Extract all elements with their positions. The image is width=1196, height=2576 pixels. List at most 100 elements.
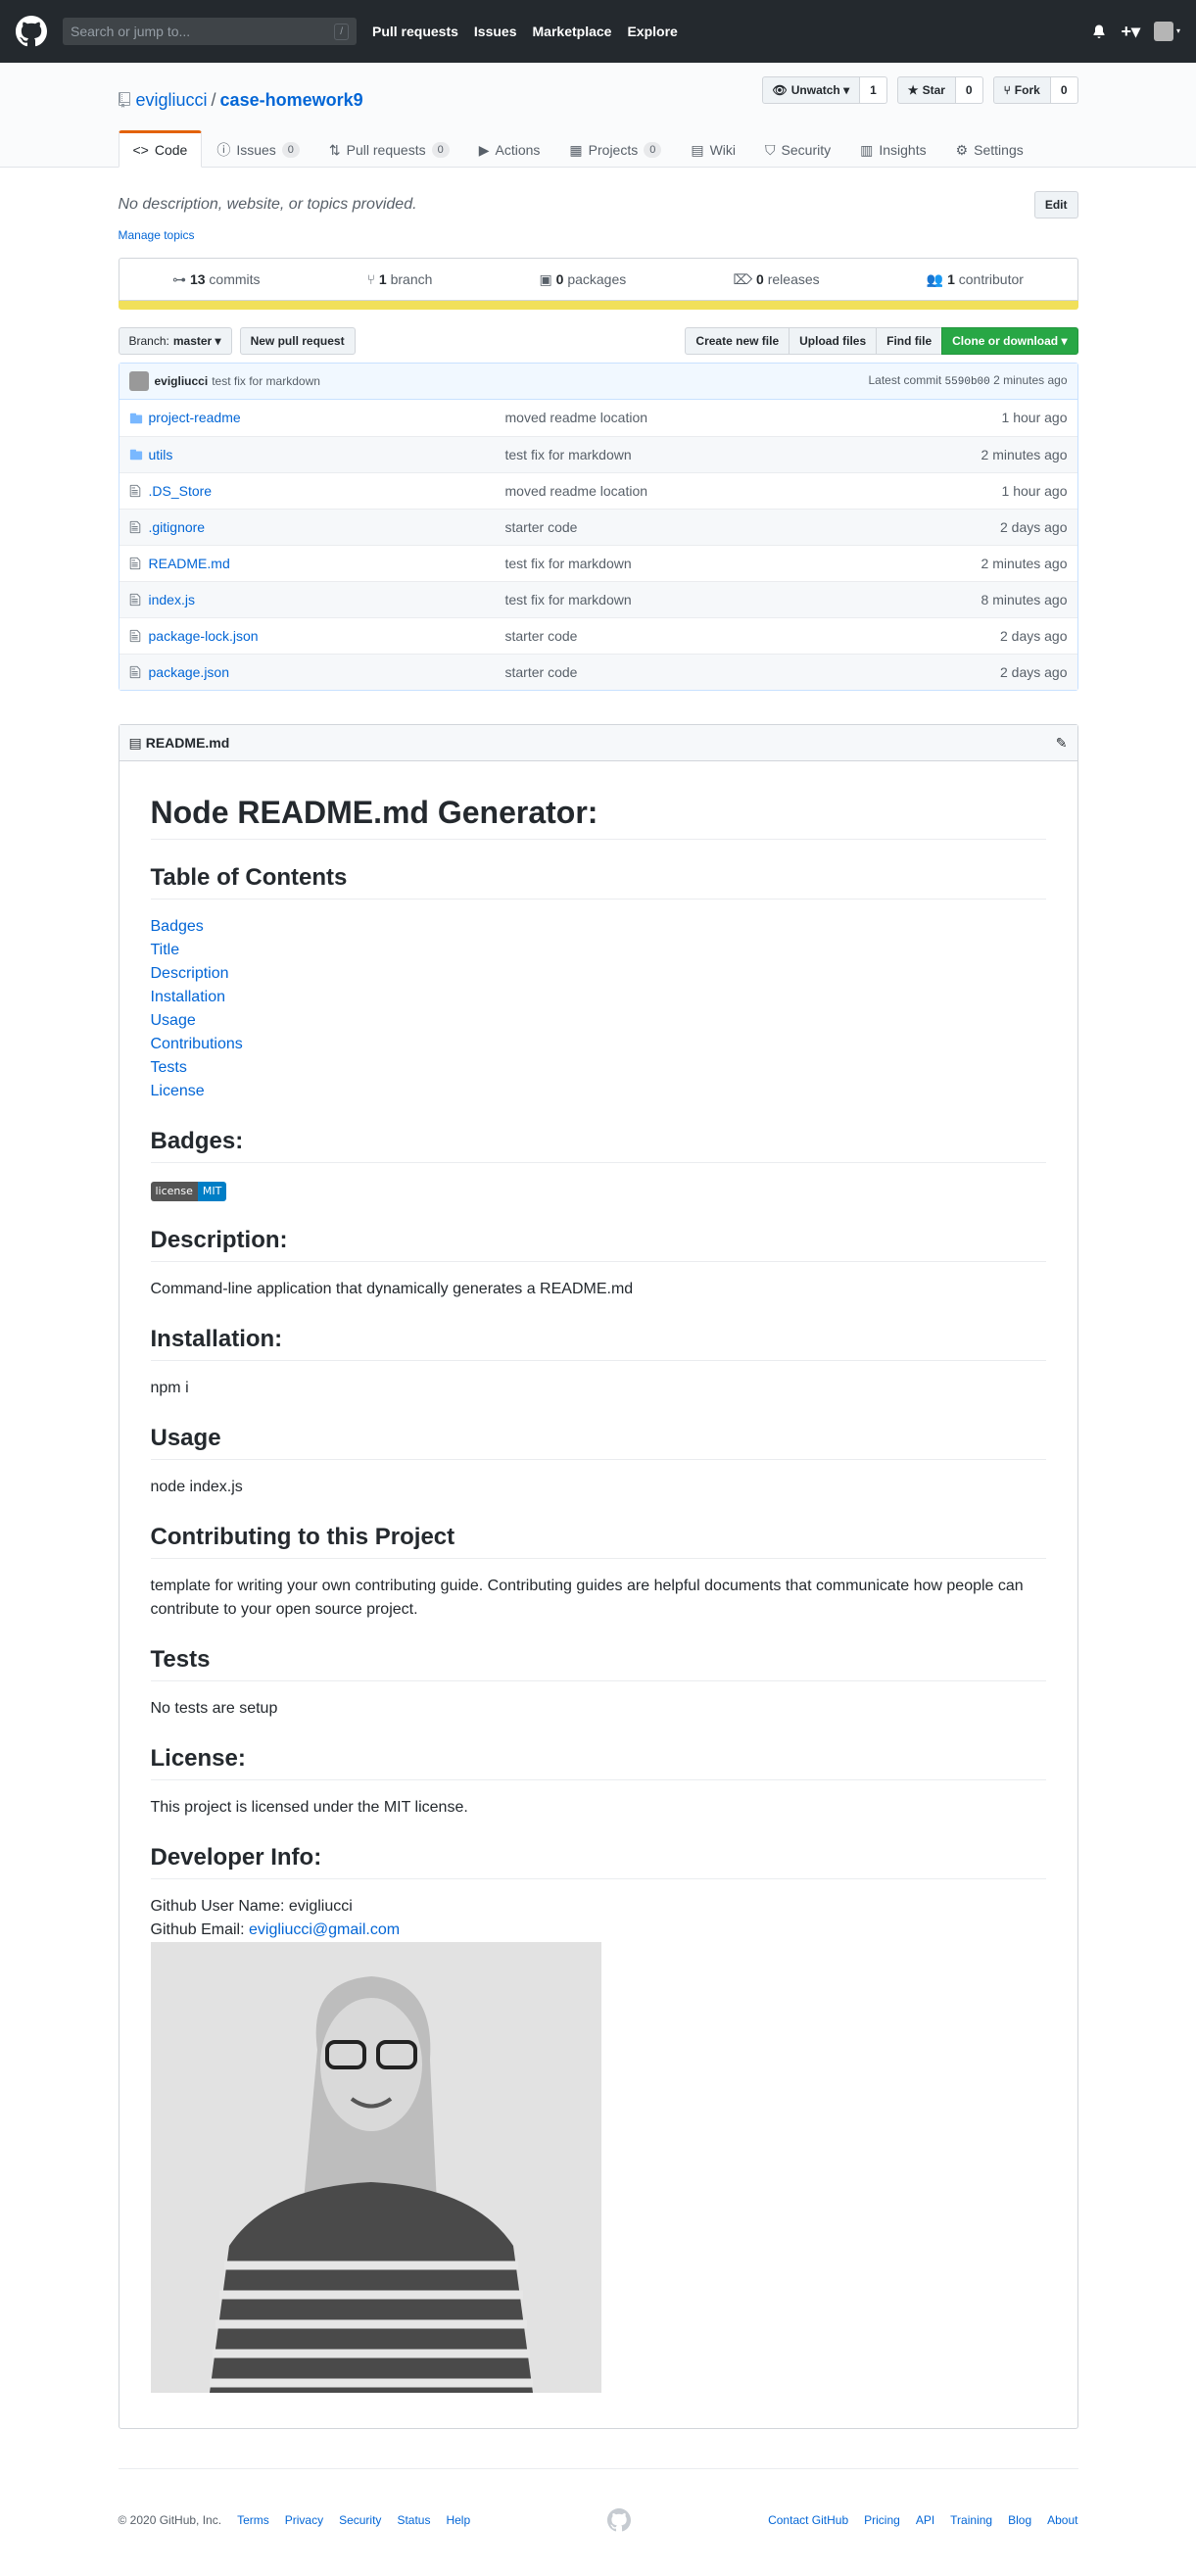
tab-security[interactable]: ⛉ Security <box>750 130 845 168</box>
contributors-count: 1 <box>947 270 955 287</box>
file-name-link[interactable]: package-lock.json <box>149 626 505 647</box>
file-age: 2 days ago <box>1000 663 1068 680</box>
footer-link-about[interactable]: About <box>1047 2511 1077 2529</box>
file-name-link[interactable]: README.md <box>149 554 505 574</box>
nav-pull-requests[interactable]: Pull requests <box>372 22 458 42</box>
avatar[interactable]: ▾ <box>1153 22 1180 41</box>
footer-link-help[interactable]: Help <box>446 2511 470 2529</box>
toc-link[interactable]: Tests <box>151 1056 1046 1080</box>
badges-heading: Badges: <box>150 1127 1046 1163</box>
footer-link-pricing[interactable]: Pricing <box>864 2511 900 2529</box>
toc-link[interactable]: Usage <box>151 1009 1046 1033</box>
new-pull-request-button[interactable]: New pull request <box>239 327 356 355</box>
email-link[interactable]: evigliucci@gmail.com <box>249 1921 400 1938</box>
packages-link[interactable]: ▣ 0 packages <box>540 269 627 290</box>
tab-issues[interactable]: ⓘ Issues 0 <box>202 130 314 168</box>
tab-label: Code <box>154 141 188 158</box>
footer-link-terms[interactable]: Terms <box>237 2511 269 2529</box>
file-commit-message[interactable]: moved readme location <box>505 481 1002 502</box>
footer-link-api[interactable]: API <box>916 2511 934 2529</box>
footer-link-privacy[interactable]: Privacy <box>285 2511 323 2529</box>
file-commit-message[interactable]: starter code <box>505 662 1001 683</box>
tab-wiki[interactable]: ▤ Wiki <box>676 130 750 168</box>
readme-filename: README.md <box>145 734 230 751</box>
file-icon <box>129 484 143 498</box>
toc-link[interactable]: Description <box>151 962 1046 986</box>
footer-link-status[interactable]: Status <box>397 2511 430 2529</box>
toc-link[interactable]: Installation <box>151 986 1046 1009</box>
packages-label: packages <box>567 270 627 287</box>
commits-link[interactable]: ⊶ 13 commits <box>172 269 260 290</box>
github-logo-icon[interactable] <box>16 16 47 47</box>
bell-icon[interactable] <box>1091 24 1107 39</box>
edit-button[interactable]: Edit <box>1033 191 1078 219</box>
file-commit-message[interactable]: test fix for markdown <box>505 590 981 610</box>
create-new-dropdown[interactable]: +▾ <box>1121 19 1140 45</box>
footer-link-security[interactable]: Security <box>339 2511 381 2529</box>
watch-count[interactable]: 1 <box>860 76 887 104</box>
tab-label: Pull requests <box>346 141 426 158</box>
toc-link[interactable]: Title <box>151 939 1046 962</box>
toc-link[interactable]: Badges <box>151 915 1046 939</box>
file-commit-message[interactable]: moved readme location <box>505 408 1002 428</box>
branches-link[interactable]: ⑂ 1 branch <box>367 269 433 290</box>
file-name-link[interactable]: index.js <box>149 590 505 610</box>
tab-settings[interactable]: ⚙ Settings <box>941 130 1038 168</box>
tab-insights[interactable]: ▥ Insights <box>845 130 940 168</box>
footer-link-training[interactable]: Training <box>950 2511 992 2529</box>
find-file-button[interactable]: Find file <box>876 327 943 355</box>
file-icon <box>129 665 143 679</box>
file-name-link[interactable]: package.json <box>149 662 505 683</box>
tab-code[interactable]: <> Code <box>118 130 203 168</box>
readme-header: ▤ README.md ✎ <box>119 725 1077 761</box>
tab-label: Security <box>781 141 832 158</box>
file-commit-message[interactable]: test fix for markdown <box>505 445 981 465</box>
repo-summary: ⊶ 13 commits ⑂ 1 branch ▣ 0 packages ⌦ 0… <box>118 258 1078 301</box>
search-input[interactable]: Search or jump to... / <box>63 18 357 45</box>
fork-button[interactable]: ⑂ Fork <box>992 76 1051 104</box>
language-bar[interactable] <box>118 301 1078 310</box>
fork-count[interactable]: 0 <box>1050 76 1078 104</box>
nav-explore[interactable]: Explore <box>627 22 677 42</box>
toc-link[interactable]: Contributions <box>151 1033 1046 1056</box>
nav-marketplace[interactable]: Marketplace <box>533 22 612 42</box>
file-commit-message[interactable]: test fix for markdown <box>505 554 981 574</box>
commit-message[interactable]: test fix for markdown <box>212 372 320 390</box>
license-badge[interactable]: license MIT <box>150 1182 227 1201</box>
footer-link-blog[interactable]: Blog <box>1008 2511 1031 2529</box>
watch-button[interactable]: 👁 Unwatch ▾ <box>761 76 861 104</box>
manage-topics-link[interactable]: Manage topics <box>119 226 1078 244</box>
installation-paragraph: npm i <box>150 1380 189 1396</box>
upload-files-button[interactable]: Upload files <box>789 327 878 355</box>
pencil-icon[interactable]: ✎ <box>1056 733 1068 753</box>
commit-author[interactable]: evigliucci <box>155 372 209 390</box>
avatar[interactable] <box>128 371 149 391</box>
star-count[interactable]: 0 <box>955 76 983 104</box>
create-new-file-button[interactable]: Create new file <box>685 327 790 355</box>
tab-pull-requests[interactable]: ⇅ Pull requests 0 <box>314 130 464 168</box>
file-name-link[interactable]: .DS_Store <box>149 481 505 502</box>
file-name-link[interactable]: project-readme <box>149 408 505 428</box>
file-age: 2 minutes ago <box>981 555 1068 571</box>
tab-actions[interactable]: ▶ Actions <box>464 130 555 168</box>
contributors-link[interactable]: 👥 1 contributor <box>927 269 1024 290</box>
file-name-link[interactable]: .gitignore <box>149 517 505 538</box>
commit-sha[interactable]: 5590b00 <box>945 376 990 388</box>
tab-counter: 0 <box>281 142 300 158</box>
toc-link[interactable]: License <box>151 1080 1046 1103</box>
footer-link-contact[interactable]: Contact GitHub <box>768 2511 848 2529</box>
releases-link[interactable]: ⌦ 0 releases <box>733 269 819 290</box>
file-name-link[interactable]: utils <box>149 445 505 465</box>
repo-name-link[interactable]: case-homework9 <box>220 87 363 114</box>
file-commit-message[interactable]: starter code <box>505 517 1001 538</box>
nav-issues[interactable]: Issues <box>474 22 517 42</box>
clone-download-button[interactable]: Clone or download ▾ <box>941 327 1078 355</box>
tab-projects[interactable]: ▦ Projects 0 <box>554 130 676 168</box>
file-commit-message[interactable]: starter code <box>505 626 1001 647</box>
github-mark-icon[interactable] <box>607 2508 632 2532</box>
tab-label: Actions <box>495 141 541 158</box>
star-button[interactable]: ★ Star <box>896 76 956 104</box>
releases-count: 0 <box>756 270 764 287</box>
branch-select[interactable]: Branch: master ▾ <box>118 327 232 355</box>
repo-owner-link[interactable]: evigliucci <box>136 87 208 114</box>
